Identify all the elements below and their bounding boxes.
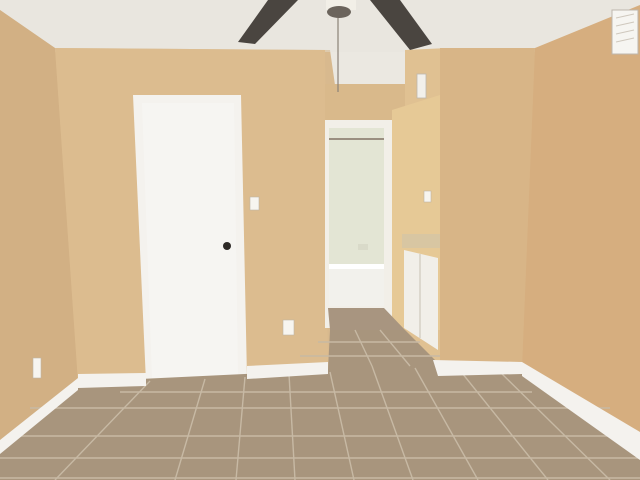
- soap-dish: [358, 244, 368, 250]
- baseboard-hall: [433, 360, 522, 376]
- closet-door: [142, 103, 238, 378]
- light-switch-icon: [423, 190, 432, 203]
- light-switch-icon: [249, 196, 260, 211]
- right-front-wall: [440, 48, 535, 368]
- baseboard-back-left: [78, 373, 146, 388]
- electrical-outlet-icon: [32, 357, 42, 379]
- electrical-outlet-icon: [282, 319, 295, 336]
- bathtub-rim: [329, 264, 384, 269]
- bathtub: [329, 266, 384, 306]
- vanity-countertop: [402, 234, 440, 248]
- air-vent-icon: [611, 9, 639, 55]
- air-vent-icon: [416, 73, 427, 99]
- bathroom-shower-rod: [329, 138, 384, 140]
- room-photo: [0, 0, 640, 480]
- door-knob-icon: [223, 242, 231, 250]
- ceiling-texture: [0, 0, 640, 52]
